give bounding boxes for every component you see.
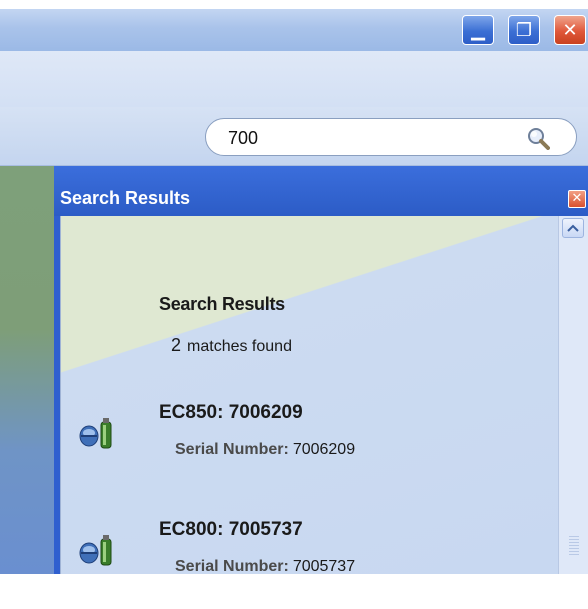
window-titlebar: ▁ ❐ ✕ (0, 9, 588, 51)
close-window-button[interactable]: ✕ (554, 15, 586, 45)
serial-label: Serial Number: (175, 558, 289, 575)
result-title: EC800: 7005737 (159, 519, 303, 540)
device-icon (79, 418, 112, 449)
minimize-icon: ▁ (471, 19, 485, 41)
results-heading: Search Results (159, 294, 285, 314)
top-strip (0, 0, 588, 9)
restore-icon: ❐ (515, 19, 533, 41)
scroll-up-button[interactable] (562, 218, 584, 238)
close-icon: ✕ (571, 191, 583, 206)
match-text: matches found (187, 338, 292, 355)
results-content: Search Results 2 matches found EC850: 700… (60, 216, 559, 575)
restore-button[interactable]: ❐ (508, 15, 540, 45)
panel-close-button[interactable]: ✕ (568, 190, 586, 208)
device-icon (79, 535, 112, 566)
matches-summary: 2 matches found (171, 335, 292, 356)
close-icon: ✕ (562, 19, 578, 41)
match-count: 2 (171, 335, 182, 355)
panel-title: Search Results (60, 188, 191, 208)
background-pane (0, 166, 54, 574)
search-input[interactable] (226, 126, 520, 150)
serial-value: 7005737 (292, 558, 356, 575)
result-item[interactable]: EC850: 7006209 Serial Number: 7006209 (61, 402, 559, 492)
result-title: EC850: 7006209 (159, 402, 303, 423)
result-item[interactable]: EC800: 7005737 Serial Number: 7005737 (61, 519, 559, 609)
serial-label: Serial Number: (175, 441, 289, 458)
magnifier-icon[interactable] (526, 126, 550, 150)
panel-header: Search Results ✕ (54, 166, 588, 216)
search-box[interactable] (205, 118, 577, 156)
minimize-button[interactable]: ▁ (462, 15, 494, 45)
menu-bar (0, 51, 588, 107)
serial-value: 7006209 (292, 441, 356, 458)
result-serial: Serial Number: 7005737 (175, 558, 355, 576)
search-results-panel: Search Results ✕ Search Results 2 matches… (54, 166, 588, 575)
result-serial: Serial Number: 7006209 (175, 441, 355, 459)
vertical-scrollbar[interactable] (558, 216, 588, 574)
chevron-up-icon (567, 224, 579, 232)
scroll-grip[interactable] (569, 536, 579, 556)
